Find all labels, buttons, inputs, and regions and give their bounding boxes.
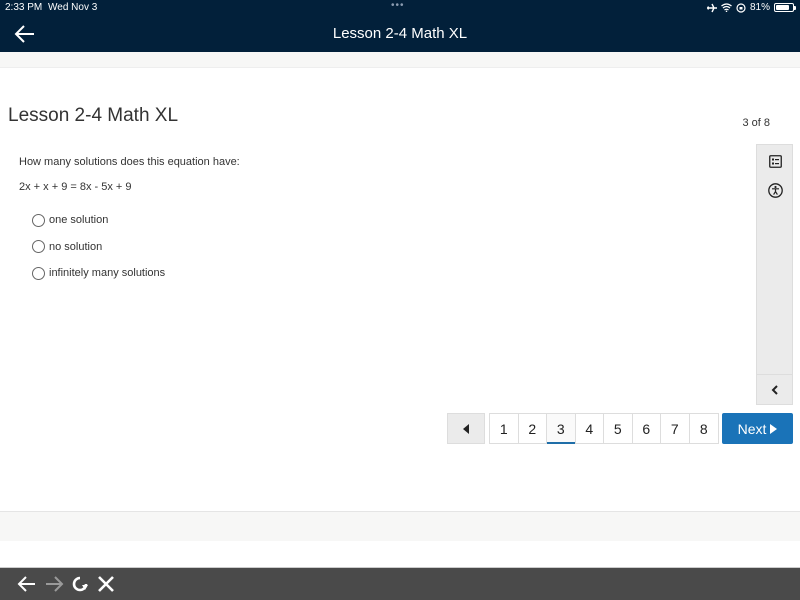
answer-options: one solution no solution infinitely many… [32, 207, 165, 287]
previous-question-button[interactable] [447, 413, 485, 444]
question-prompt: How many solutions does this equation ha… [19, 156, 240, 168]
page-6-button[interactable]: 6 [633, 414, 661, 443]
side-toolbar [756, 144, 793, 405]
close-icon[interactable] [96, 574, 116, 594]
calculator-list-icon [769, 154, 782, 168]
page-list: 12345678 [489, 413, 719, 444]
orientation-lock-icon [736, 2, 746, 13]
reload-icon[interactable] [70, 574, 90, 594]
status-time: 2:33 PM [5, 2, 43, 13]
answer-option[interactable]: no solution [32, 234, 165, 261]
radio-button[interactable] [32, 240, 45, 254]
question-equation: 2x + x + 9 = 8x - 5x + 9 [19, 181, 132, 193]
browser-toolbar [0, 567, 800, 600]
radio-button[interactable] [32, 213, 45, 227]
accessibility-button[interactable] [757, 176, 794, 204]
multitasking-dots[interactable]: ••• [391, 0, 405, 11]
option-label: one solution [49, 214, 109, 227]
question-pager: 12345678 [447, 413, 719, 444]
question-count: 3 of 8 [742, 117, 770, 129]
battery-fill [776, 5, 789, 10]
next-label: Next [737, 420, 767, 437]
triangle-left-icon [463, 423, 469, 434]
page-7-button[interactable]: 7 [661, 414, 690, 443]
page-3-button[interactable]: 3 [547, 414, 576, 444]
nav-bar: Lesson 2-4 Math XL [0, 16, 800, 52]
browser-forward-icon[interactable] [44, 574, 64, 594]
chevron-left-icon [771, 384, 778, 395]
calculator-list-button[interactable] [757, 147, 794, 175]
option-label: no solution [49, 240, 103, 253]
nav-title: Lesson 2-4 Math XL [332, 25, 468, 42]
browser-back-icon[interactable] [17, 574, 37, 594]
page-2-button[interactable]: 2 [519, 414, 547, 443]
status-date: Wed Nov 3 [48, 2, 98, 13]
answer-option[interactable]: infinitely many solutions [32, 260, 165, 287]
accessibility-icon [768, 182, 783, 198]
wifi-icon [721, 3, 732, 12]
page-1-button[interactable]: 1 [490, 414, 519, 443]
radio-button[interactable] [32, 266, 45, 280]
footer-strip [0, 511, 800, 541]
answer-option[interactable]: one solution [32, 207, 165, 234]
next-button[interactable]: Next [722, 413, 793, 444]
page-title: Lesson 2-4 Math XL [8, 105, 179, 126]
header-strip [0, 52, 800, 68]
battery-icon [774, 3, 796, 12]
triangle-right-icon [770, 423, 778, 434]
airplane-icon [706, 3, 717, 12]
collapse-toolbar-button[interactable] [757, 374, 792, 404]
status-bar: 2:33 PM Wed Nov 3 ••• 81% [0, 0, 800, 16]
page-4-button[interactable]: 4 [576, 414, 604, 443]
page-5-button[interactable]: 5 [604, 414, 633, 443]
battery-percent: 81% [749, 2, 770, 13]
page-8-button[interactable]: 8 [690, 414, 719, 443]
option-label: infinitely many solutions [49, 267, 166, 280]
status-icons: 81% [706, 2, 796, 13]
